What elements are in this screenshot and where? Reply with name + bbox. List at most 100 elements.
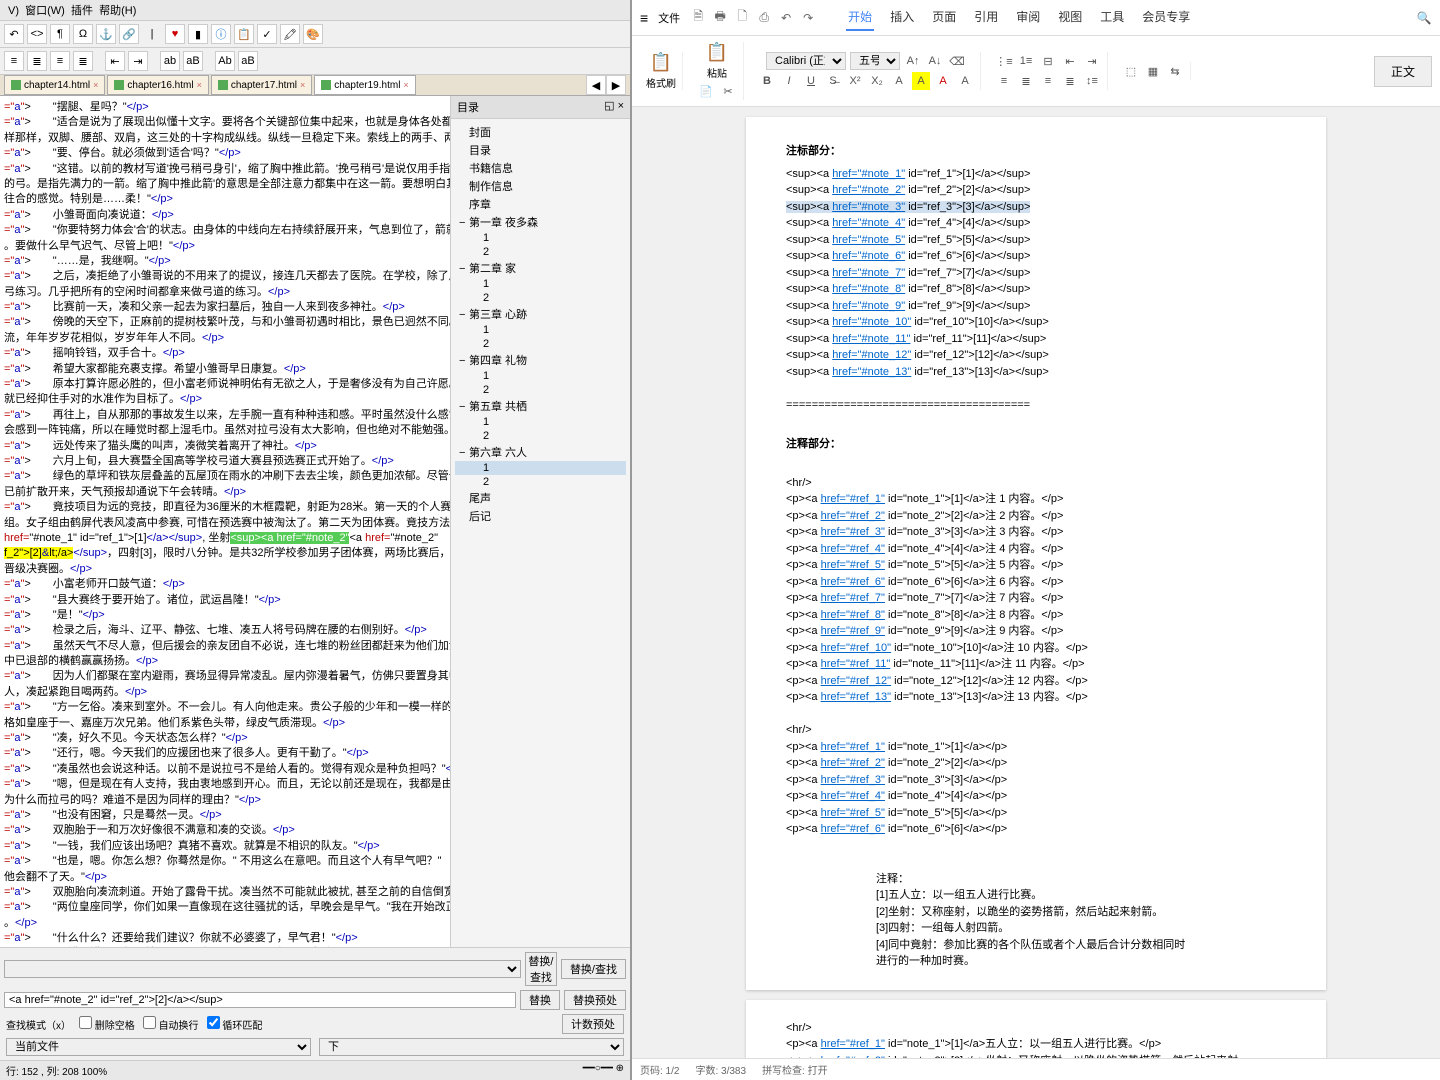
case-aB[interactable]: aB: [183, 51, 203, 71]
cut-btn[interactable]: ✂: [719, 82, 737, 100]
align-right[interactable]: ≡: [50, 51, 70, 71]
toc-item[interactable]: 序章: [455, 195, 626, 213]
case-Ab[interactable]: Ab: [215, 51, 235, 71]
search-input1[interactable]: [4, 960, 521, 978]
tab-ch17[interactable]: chapter17.html×: [211, 75, 312, 95]
align-justify[interactable]: ≣: [73, 51, 93, 71]
tab-ch14[interactable]: chapter14.html×: [4, 75, 105, 95]
close-icon[interactable]: ×: [403, 80, 408, 90]
chk-autoln[interactable]: 自动换行: [143, 1016, 199, 1032]
size-select[interactable]: 五号: [850, 52, 900, 70]
tool-anchor[interactable]: ⚓: [96, 24, 116, 44]
replace-btn[interactable]: 替换: [520, 990, 560, 1010]
paste-btn[interactable]: 📋粘贴: [706, 42, 728, 80]
chk-loop[interactable]: 循环匹配: [207, 1016, 263, 1032]
toc-item[interactable]: 1: [455, 369, 626, 383]
underline-btn[interactable]: U: [802, 72, 820, 90]
toc-item[interactable]: 制作信息: [455, 177, 626, 195]
code-editor[interactable]: ="a"> "摆腿、星吗？"</p>="a"> "适合是说为了展现出似懂十文字。…: [0, 96, 450, 947]
qat-redo[interactable]: ↷: [800, 10, 816, 26]
char-border[interactable]: A: [956, 72, 974, 90]
toc-item[interactable]: 2: [455, 475, 626, 489]
tool-heart[interactable]: ♥: [165, 24, 185, 44]
align-l[interactable]: ≡: [995, 72, 1013, 90]
copy-btn[interactable]: 📄: [697, 82, 715, 100]
document-area[interactable]: 注标部分： <sup><a href="#note_1" id="ref_1">…: [632, 107, 1440, 1058]
toc-item[interactable]: 2: [455, 245, 626, 259]
menu-help[interactable]: 帮助(H): [99, 5, 136, 17]
line-spacing[interactable]: ↕≡: [1083, 72, 1101, 90]
toc-item[interactable]: 1: [455, 415, 626, 429]
toc-item[interactable]: −第二章 家: [455, 259, 626, 277]
tool-highlight[interactable]: 🖍: [280, 24, 300, 44]
sidebar-close[interactable]: ×: [618, 100, 624, 112]
menu-icon[interactable]: ≡: [640, 10, 648, 26]
tab-ch16[interactable]: chapter16.html×: [107, 75, 208, 95]
close-icon[interactable]: ×: [197, 80, 202, 90]
search-icon[interactable]: 🔍: [1416, 10, 1432, 26]
indent-inc[interactable]: ⇥: [1083, 52, 1101, 70]
strike-btn[interactable]: S̶: [824, 72, 842, 90]
multilevel[interactable]: ⊟: [1039, 52, 1057, 70]
qat-undo[interactable]: ↶: [778, 10, 794, 26]
tool-info[interactable]: ⓘ: [211, 24, 231, 44]
ribbon-tab[interactable]: 审阅: [1014, 4, 1042, 31]
close-icon[interactable]: ×: [93, 80, 98, 90]
toc-item[interactable]: 1: [455, 277, 626, 291]
align-r[interactable]: ≡: [1039, 72, 1057, 90]
menu-window[interactable]: 窗口(W): [25, 5, 65, 17]
shading[interactable]: ⬚: [1122, 62, 1140, 80]
shrink-font[interactable]: A↓: [926, 52, 944, 70]
chk-delspace[interactable]: 删除空格: [79, 1016, 135, 1032]
qat-preview[interactable]: 🗋: [734, 10, 750, 26]
ribbon-tab[interactable]: 工具: [1098, 4, 1126, 31]
toc-item[interactable]: −第五章 共栖: [455, 397, 626, 415]
ribbon-tab[interactable]: 开始: [846, 4, 874, 31]
tool-omega[interactable]: Ω: [73, 24, 93, 44]
bullet-list[interactable]: ⋮≡: [995, 52, 1013, 70]
qat-print[interactable]: 🖶: [712, 10, 728, 26]
superscript-btn[interactable]: X²: [846, 72, 864, 90]
menu-view[interactable]: V): [8, 5, 19, 17]
body-style[interactable]: 正文: [1374, 56, 1432, 87]
qat-printer[interactable]: ⎙: [756, 10, 772, 26]
ribbon-tab[interactable]: 会员专享: [1140, 4, 1192, 31]
tool-palette[interactable]: 🎨: [303, 24, 323, 44]
case-aB2[interactable]: aB: [238, 51, 258, 71]
text-color[interactable]: A: [934, 72, 952, 90]
toc-item[interactable]: −第一章 夜多森: [455, 213, 626, 231]
align-c[interactable]: ≣: [1017, 72, 1035, 90]
toc-item[interactable]: 2: [455, 337, 626, 351]
find-btn[interactable]: 替换/查找: [525, 952, 557, 986]
ribbon-tab[interactable]: 引用: [972, 4, 1000, 31]
tool-undo[interactable]: ↶: [4, 24, 24, 44]
tab-ch19[interactable]: chapter19.html×: [314, 75, 415, 95]
font-color[interactable]: A: [890, 72, 908, 90]
grow-font[interactable]: A↑: [904, 52, 922, 70]
highlight-color[interactable]: A: [912, 72, 930, 90]
file-menu[interactable]: 文件: [658, 10, 680, 26]
replace-all-btn[interactable]: 替换预处: [564, 990, 626, 1010]
tabs[interactable]: ⇆: [1166, 62, 1184, 80]
ribbon-tab[interactable]: 插入: [888, 4, 916, 31]
toc-item[interactable]: 1: [455, 231, 626, 245]
align-center[interactable]: ≣: [27, 51, 47, 71]
align-left[interactable]: ≡: [4, 51, 24, 71]
toc-item[interactable]: 目录: [455, 141, 626, 159]
indent-dec[interactable]: ⇤: [1061, 52, 1079, 70]
italic-btn[interactable]: I: [780, 72, 798, 90]
ribbon-tab[interactable]: 视图: [1056, 4, 1084, 31]
menu-plugin[interactable]: 插件: [71, 5, 93, 17]
tool-paragraph[interactable]: ¶: [50, 24, 70, 44]
toc-item[interactable]: 尾声: [455, 489, 626, 507]
indent-left[interactable]: ⇤: [105, 51, 125, 71]
tab-next[interactable]: ▶: [606, 75, 626, 95]
count-btn[interactable]: 计数预处: [562, 1014, 624, 1034]
scope-select[interactable]: 当前文件: [6, 1038, 311, 1056]
toc-item[interactable]: 后记: [455, 507, 626, 525]
tool-bookmark[interactable]: ▮: [188, 24, 208, 44]
replace-find-btn[interactable]: 替换/查找: [561, 959, 626, 979]
toc-item[interactable]: −第六章 六人: [455, 443, 626, 461]
indent-right[interactable]: ⇥: [128, 51, 148, 71]
clear-format[interactable]: ⌫: [948, 52, 966, 70]
